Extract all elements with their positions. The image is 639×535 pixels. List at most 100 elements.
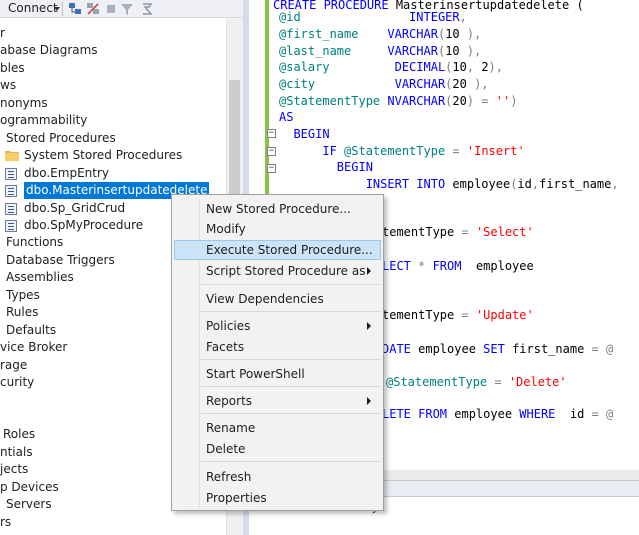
code-line: @last_name VARCHAR(10 ), xyxy=(279,43,481,59)
code-line: @StatementType NVARCHAR(20) = '') xyxy=(279,93,517,109)
menu-item-policies[interactable]: Policies xyxy=(174,316,381,336)
code-line: @id INTEGER, xyxy=(279,9,467,25)
code-line: @first_name VARCHAR(10 ), xyxy=(279,26,481,42)
menu-item-modify[interactable]: Modify xyxy=(174,219,381,239)
fold-toggle-icon[interactable]: − xyxy=(267,164,276,173)
code-line: DATE employee SET first_name = @ xyxy=(382,341,613,357)
stored-procedure-icon xyxy=(5,167,17,180)
code-token: employee xyxy=(418,342,484,356)
code-line: BEGIN xyxy=(279,126,330,142)
connect-explorer-icon[interactable] xyxy=(68,2,82,16)
code-line: IF @StatementType = 'Insert' xyxy=(279,143,525,159)
code-token: @StatementType xyxy=(386,375,495,389)
menu-item-new-stored-procedure[interactable]: New Stored Procedure... xyxy=(174,199,381,219)
code-token: @city xyxy=(279,77,395,91)
code-token: DECIMAL xyxy=(394,60,446,74)
code-token: = xyxy=(494,375,509,389)
code-token: VARCHAR xyxy=(387,44,438,58)
connect-dropdown-icon[interactable] xyxy=(54,7,60,11)
fold-toggle-icon[interactable]: − xyxy=(267,147,276,156)
tree-node-label: Rules xyxy=(6,305,39,320)
menu-item-label: Properties xyxy=(206,491,267,505)
tree-node-label: nonyms xyxy=(0,95,48,110)
menu-item-reports[interactable]: Reports xyxy=(174,391,381,411)
menu-item-facets[interactable]: Facets xyxy=(174,337,381,357)
menu-separator xyxy=(201,461,381,462)
code-token: , xyxy=(466,60,482,74)
code-token: ) xyxy=(510,94,518,108)
code-token: LECT xyxy=(382,259,419,273)
code-token: DATE xyxy=(382,342,419,356)
tree-node-label: Roles xyxy=(3,427,36,442)
code-token: INTEGER xyxy=(409,10,460,24)
code-token: AS xyxy=(279,110,294,124)
tree-node-label: Functions xyxy=(6,235,64,250)
menu-item-rename[interactable]: Rename xyxy=(174,418,381,438)
menu-item-refresh[interactable]: Refresh xyxy=(174,467,381,487)
menu-item-execute-stored-procedure[interactable]: Execute Stored Procedure... xyxy=(174,240,381,260)
code-token: tementType xyxy=(382,308,462,322)
menu-item-label: Start PowerShell xyxy=(206,367,305,381)
menu-item-script-stored-procedure-as[interactable]: Script Stored Procedure as xyxy=(174,261,381,281)
code-token: = xyxy=(445,144,467,158)
code-token: @StatementType xyxy=(344,144,446,158)
code-token: 'Select' xyxy=(475,225,534,239)
code-token: first_name xyxy=(539,177,612,191)
code-token: 'Delete' xyxy=(508,375,567,389)
menu-item-label: New Stored Procedure... xyxy=(206,202,351,216)
menu-item-start-powershell[interactable]: Start PowerShell xyxy=(174,364,381,384)
object-explorer-toolbar: Connect xyxy=(0,0,243,18)
folder-icon xyxy=(5,151,19,162)
submenu-arrow-icon xyxy=(367,267,371,275)
code-token: = @ xyxy=(591,407,614,421)
code-token: VARCHAR xyxy=(387,27,438,41)
code-line: @city VARCHAR(20 ), xyxy=(279,76,489,92)
connect-button[interactable]: Connect xyxy=(8,1,58,15)
menu-item-view-dependencies[interactable]: View Dependencies xyxy=(174,289,381,309)
submenu-arrow-icon xyxy=(367,322,371,330)
tree-node-label: Types xyxy=(6,287,40,302)
tree-node-label: System Stored Procedures xyxy=(24,148,183,163)
menu-item-properties[interactable]: Properties xyxy=(174,488,381,508)
code-token: ), xyxy=(459,27,482,41)
menu-item-label: Reports xyxy=(206,394,253,408)
code-token: 'Update' xyxy=(475,308,534,322)
code-line: tementType = 'Select' xyxy=(382,224,534,240)
menu-item-label: Policies xyxy=(206,319,251,333)
code-token: = @ xyxy=(591,342,614,356)
code-line: INSERT INTO employee(id,first_name, xyxy=(279,176,619,192)
refresh-icon[interactable] xyxy=(140,2,154,16)
menu-item-delete[interactable]: Delete xyxy=(174,439,381,459)
tree-node-label: Database Triggers xyxy=(6,252,115,267)
code-token: employee xyxy=(475,259,534,273)
tree-node-label: Assemblies xyxy=(6,270,74,285)
tree-node-label: bles xyxy=(0,60,25,75)
tree-node-label: dbo.Sp_GridCrud xyxy=(24,200,126,215)
code-line: BEGIN xyxy=(279,159,373,175)
menu-item-label: Delete xyxy=(206,442,246,456)
stored-procedure-icon xyxy=(5,185,17,198)
code-token: id xyxy=(569,407,592,421)
menu-item-label: Execute Stored Procedure... xyxy=(206,243,373,257)
explorer-scrollbar-thumb[interactable] xyxy=(229,80,240,210)
menu-item-label: Script Stored Procedure as xyxy=(206,264,366,278)
tree-node-label: ws xyxy=(0,78,17,93)
disconnect-icon[interactable] xyxy=(86,2,100,16)
code-token: 'Insert' xyxy=(466,144,525,158)
code-token: employee xyxy=(454,407,520,421)
code-token: tementType xyxy=(382,225,462,239)
code-token: 20 xyxy=(452,94,467,108)
tree-node-label: dbo.SpMyProcedure xyxy=(24,217,144,232)
tree-node-label: ogrammability xyxy=(0,113,88,128)
filter-icon[interactable] xyxy=(120,2,134,16)
code-token: @id xyxy=(279,10,410,24)
code-token: NVARCHAR xyxy=(387,94,446,108)
menu-separator xyxy=(201,284,381,285)
code-token: BEGIN xyxy=(279,127,330,141)
code-token: , xyxy=(459,10,467,24)
tree-node-label: p Devices xyxy=(0,479,59,494)
menu-item-label: View Dependencies xyxy=(206,292,324,306)
fold-toggle-icon[interactable]: − xyxy=(267,129,276,138)
stop-icon[interactable] xyxy=(104,2,118,16)
code-token: @salary xyxy=(279,60,395,74)
